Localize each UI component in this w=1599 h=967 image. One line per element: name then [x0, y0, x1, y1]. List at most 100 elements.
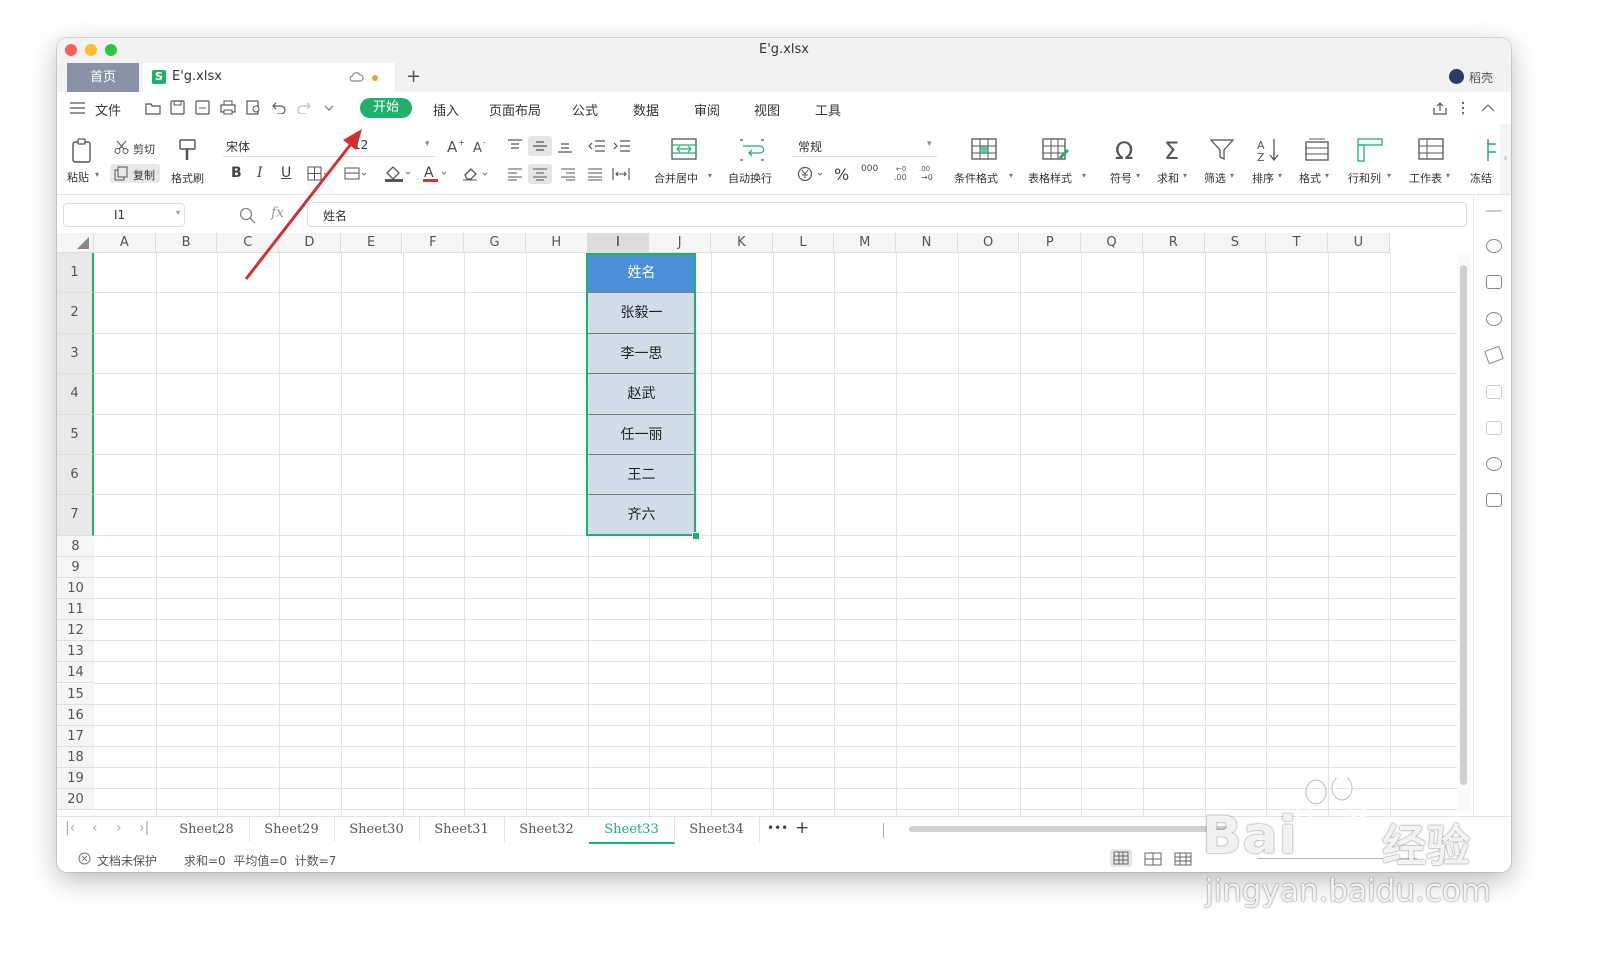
customize-chevron-icon[interactable]	[324, 105, 334, 112]
format-painter-button[interactable]: 格式刷	[171, 170, 204, 186]
panel-drag-handle[interactable]	[1486, 210, 1502, 212]
justify-icon[interactable]	[587, 167, 603, 181]
row-header-14[interactable]: 14	[57, 662, 94, 684]
menu-item-page-layout[interactable]: 页面布局	[489, 100, 541, 119]
row-header-11[interactable]: 11	[57, 599, 94, 621]
horizontal-scrollbar[interactable]	[897, 823, 1457, 835]
decrease-indent-icon[interactable]	[588, 139, 606, 153]
italic-button[interactable]: I	[257, 165, 263, 181]
row-header-19[interactable]: 19	[57, 767, 94, 789]
increase-indent-icon[interactable]	[613, 139, 631, 153]
normal-view-icon[interactable]	[1110, 849, 1132, 867]
row-header-2[interactable]: 2	[57, 293, 94, 334]
settings-sliders-icon[interactable]	[1486, 385, 1502, 399]
row-header-18[interactable]: 18	[57, 746, 94, 768]
table-style-dropdown-icon[interactable]: ▾	[1082, 171, 1086, 180]
last-sheet-icon[interactable]: ›|	[139, 820, 149, 836]
row-header-7[interactable]: 7	[57, 495, 94, 536]
percent-button[interactable]: %	[834, 165, 849, 184]
cut-button[interactable]: 剪切	[133, 141, 155, 157]
row-column-icon[interactable]	[1357, 138, 1383, 162]
sheet-tab-sheet28[interactable]: Sheet28	[164, 817, 250, 842]
sum-icon[interactable]: Σ	[1164, 138, 1186, 162]
paste-icon[interactable]	[70, 138, 94, 164]
open-folder-icon[interactable]	[145, 101, 161, 115]
cut-icon[interactable]	[114, 140, 129, 155]
tab-home[interactable]: 首页	[67, 63, 139, 92]
merge-center-icon[interactable]	[671, 138, 697, 162]
column-header-o[interactable]: O	[957, 233, 1020, 253]
fill-handle[interactable]	[692, 531, 700, 540]
format-icon[interactable]	[1305, 138, 1329, 162]
redo-icon[interactable]	[297, 101, 311, 114]
row-column-dropdown-icon[interactable]: ▾	[1387, 171, 1391, 180]
more-vertical-icon[interactable]	[1461, 101, 1465, 115]
currency-icon[interactable]	[797, 166, 825, 182]
column-header-q[interactable]: Q	[1081, 233, 1143, 253]
history-icon[interactable]	[1486, 457, 1502, 471]
page-break-view-icon[interactable]	[1174, 852, 1192, 866]
prev-sheet-icon[interactable]: ‹	[92, 820, 98, 836]
conditional-format-button[interactable]: 条件格式	[954, 170, 998, 186]
font-size-value[interactable]: 12	[353, 138, 368, 152]
menu-item-formula[interactable]: 公式	[572, 100, 598, 119]
cell-style-icon[interactable]	[344, 166, 368, 181]
number-format-select[interactable]: 常规 ▾	[793, 136, 937, 157]
row-header-4[interactable]: 4	[57, 374, 94, 415]
increase-font-icon[interactable]: A +	[447, 138, 465, 154]
sheet-tab-sheet29[interactable]: Sheet29	[249, 817, 335, 842]
column-header-f[interactable]: F	[402, 233, 465, 253]
distribute-icon[interactable]	[612, 167, 630, 181]
header-cell-name[interactable]: 姓名	[587, 253, 696, 294]
column-header-s[interactable]: S	[1204, 233, 1267, 253]
paste-dropdown-icon[interactable]: ▾	[95, 170, 99, 179]
spreadsheet-grid[interactable]: A B C D E F G H I J K L M N O P Q R S T U 1 姓名 2 张毅一 3 李一思 4 赵武 5 任一丽 6…	[57, 233, 1457, 826]
align-top-icon[interactable]	[507, 139, 523, 153]
add-sheet-button[interactable]: +	[795, 818, 809, 838]
row-header-15[interactable]: 15	[57, 683, 94, 705]
pdf-export-icon[interactable]	[195, 100, 210, 115]
first-sheet-icon[interactable]: |‹	[65, 820, 75, 836]
row-header-3[interactable]: 3	[57, 333, 94, 375]
column-header-l[interactable]: L	[772, 233, 835, 253]
hamburger-icon[interactable]	[70, 102, 85, 114]
decrease-font-icon[interactable]: A-	[473, 138, 491, 154]
menu-item-start[interactable]: 开始	[360, 98, 412, 118]
user-avatar[interactable]	[1449, 69, 1464, 84]
row-header-12[interactable]: 12	[57, 620, 94, 642]
symbol-button[interactable]: 符号	[1110, 170, 1132, 186]
row-header-8[interactable]: 8	[57, 535, 94, 557]
freeze-panes-icon[interactable]	[1484, 138, 1498, 162]
row-header-17[interactable]: 17	[57, 725, 94, 747]
data-cell[interactable]: 王二	[587, 455, 696, 496]
formula-input[interactable]: 姓名	[307, 202, 1467, 227]
row-header-20[interactable]: 20	[57, 789, 94, 811]
decrease-decimal-icon[interactable]: .00→0	[917, 164, 935, 182]
format-button[interactable]: 格式	[1299, 170, 1321, 186]
row-header-1[interactable]: 1	[57, 253, 94, 294]
new-tab-button[interactable]: +	[406, 66, 421, 87]
style-icon[interactable]	[1486, 275, 1502, 289]
user-name[interactable]: 稻壳	[1469, 69, 1493, 86]
column-header-m[interactable]: M	[834, 233, 897, 253]
merge-dropdown-icon[interactable]: ▾	[708, 171, 712, 180]
data-cell[interactable]: 李一思	[587, 333, 696, 375]
fx-button[interactable]: fx	[271, 205, 284, 221]
shapes-icon[interactable]	[1486, 239, 1502, 253]
page-layout-view-icon[interactable]	[1144, 852, 1162, 866]
freeze-panes-button[interactable]: 冻结	[1470, 170, 1500, 186]
ribbon-scroll-right-icon[interactable]: ›	[1500, 124, 1511, 194]
column-header-e[interactable]: E	[340, 233, 403, 253]
worksheet-dropdown-icon[interactable]: ▾	[1446, 171, 1450, 180]
column-header-j[interactable]: J	[649, 233, 711, 253]
row-header-10[interactable]: 10	[57, 578, 94, 600]
protection-status[interactable]: 文档未保护	[97, 852, 157, 869]
sheet-tab-sheet31[interactable]: Sheet31	[419, 817, 505, 842]
symbol-dropdown-icon[interactable]: ▾	[1136, 171, 1140, 180]
sort-button[interactable]: 排序	[1252, 170, 1274, 186]
crop-icon[interactable]	[1486, 421, 1502, 435]
worksheet-icon[interactable]	[1418, 138, 1444, 162]
column-header-p[interactable]: P	[1019, 233, 1082, 253]
conditional-format-dropdown-icon[interactable]: ▾	[1009, 171, 1013, 180]
more-sheets-button[interactable]: •••	[767, 821, 788, 835]
